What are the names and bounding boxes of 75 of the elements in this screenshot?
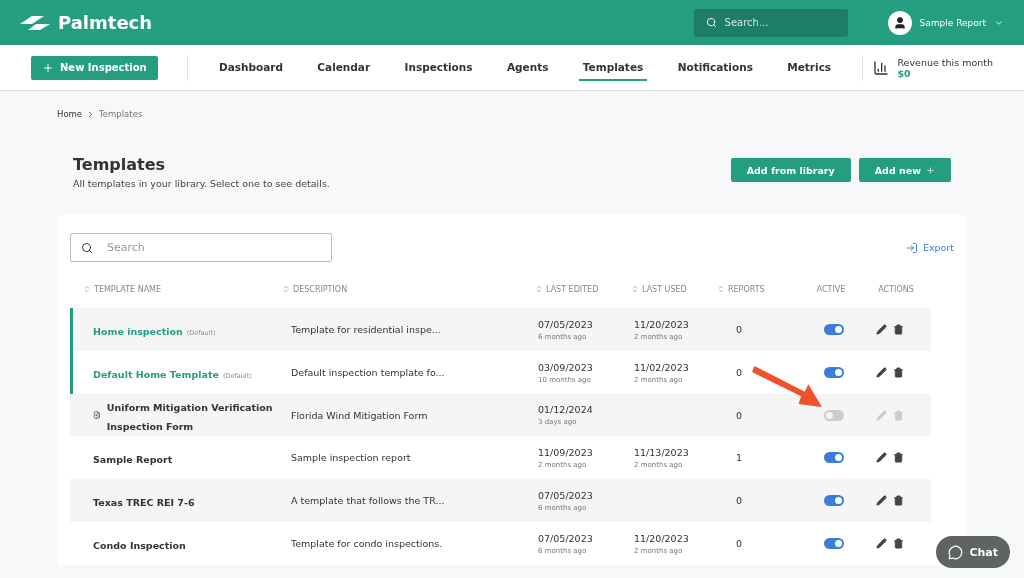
- delete-icon[interactable]: [893, 538, 904, 549]
- nav-tab[interactable]: Calendar: [313, 54, 375, 81]
- template-name[interactable]: Condo Inspection: [93, 534, 186, 553]
- page-title: Templates: [73, 155, 167, 174]
- revenue-value: $0: [897, 67, 912, 79]
- delete-icon[interactable]: [893, 452, 904, 463]
- date-text: 03/09/2023: [538, 361, 594, 373]
- reports-count: 1: [735, 452, 744, 463]
- date-text: 11/09/2023: [538, 446, 594, 458]
- description-cell-text: A template that follows the TR...: [290, 495, 446, 506]
- active-toggle[interactable]: [824, 538, 844, 549]
- column-header[interactable]: LAST USED: [631, 284, 717, 294]
- delete-icon[interactable]: [893, 367, 904, 378]
- date-text: 07/05/2023: [538, 489, 594, 501]
- description-cell-text: Default inspection template fo...: [290, 367, 446, 378]
- reports-count: 0: [735, 367, 744, 378]
- date-text: 11/20/2023: [634, 532, 690, 544]
- edit-icon[interactable]: [876, 538, 887, 549]
- active-toggle[interactable]: [824, 452, 844, 463]
- revenue-label: Revenue this month: [897, 56, 993, 68]
- breadcrumb-item: Templates: [99, 109, 143, 119]
- active-toggle[interactable]: [824, 367, 844, 378]
- export-link[interactable]: Export: [905, 241, 954, 254]
- description-cell-text: Florida Wind Mitigation Form: [290, 409, 429, 421]
- nav-tab[interactable]: Dashboard: [214, 54, 287, 81]
- active-toggle[interactable]: [824, 495, 844, 506]
- column-header: ACTIONS: [877, 284, 915, 294]
- page-subtitle: All templates in your library. Select one to see details.: [73, 178, 331, 189]
- date-text: 01/12/2024: [538, 404, 594, 415]
- date-text: 11/13/2023: [634, 446, 690, 458]
- export-icon: [905, 241, 918, 254]
- edit-icon[interactable]: [876, 324, 887, 335]
- brand-name: Palmtech: [58, 12, 153, 33]
- column-header[interactable]: LAST EDITED: [535, 284, 631, 294]
- description-cell-text: Template for condo inspections.: [290, 538, 444, 549]
- chart-icon: [873, 59, 890, 76]
- edit-icon[interactable]: [876, 452, 887, 463]
- search-icon: [81, 241, 93, 254]
- avatar-icon[interactable]: [887, 10, 912, 35]
- column-header[interactable]: DESCRIPTION: [270, 284, 535, 294]
- chat-button[interactable]: Chat: [936, 536, 1010, 568]
- description-cell-text: Template for residential inspe...: [290, 324, 442, 335]
- date-text: 11/20/2023: [634, 318, 690, 330]
- active-toggle[interactable]: [824, 409, 844, 421]
- active-toggle[interactable]: [824, 324, 844, 335]
- reports-count: 0: [735, 324, 744, 335]
- plus-icon: [42, 61, 54, 74]
- reports-count: 0: [735, 409, 744, 421]
- description-cell-text: Sample inspection report: [290, 452, 412, 463]
- date-text: 07/05/2023: [538, 318, 594, 330]
- nav-tab[interactable]: Templates: [578, 54, 648, 81]
- nav-tab[interactable]: Inspections: [400, 54, 477, 81]
- chat-bubble-icon: [948, 544, 964, 560]
- logo-icon: [20, 14, 50, 31]
- delete-icon[interactable]: [893, 495, 904, 506]
- column-header[interactable]: TEMPLATE NAME: [70, 284, 270, 294]
- edit-icon[interactable]: [876, 367, 887, 378]
- nav-tab[interactable]: Notifications: [673, 54, 757, 81]
- template-name[interactable]: Texas TREC REI 7-6: [93, 491, 195, 510]
- date-text: 11/02/2023: [634, 361, 690, 373]
- reports-count: 0: [735, 495, 744, 506]
- template-name[interactable]: Uniform Mitigation Verification Inspection Form: [106, 396, 273, 434]
- edit-icon[interactable]: [876, 495, 887, 506]
- delete-icon[interactable]: [893, 324, 904, 335]
- column-header: ACTIVE: [815, 284, 847, 294]
- nav-tab[interactable]: Metrics: [783, 54, 836, 81]
- reports-count: 0: [735, 538, 744, 549]
- column-header[interactable]: REPORTS: [717, 284, 801, 294]
- breadcrumb-item[interactable]: Home: [57, 109, 83, 119]
- date-text: 07/05/2023: [538, 532, 594, 544]
- template-name[interactable]: Sample Report: [93, 448, 173, 467]
- document-icon: [93, 409, 101, 421]
- nav-tab[interactable]: Agents: [502, 54, 553, 81]
- search-icon: [705, 17, 717, 28]
- search-field[interactable]: Search...: [693, 8, 848, 37]
